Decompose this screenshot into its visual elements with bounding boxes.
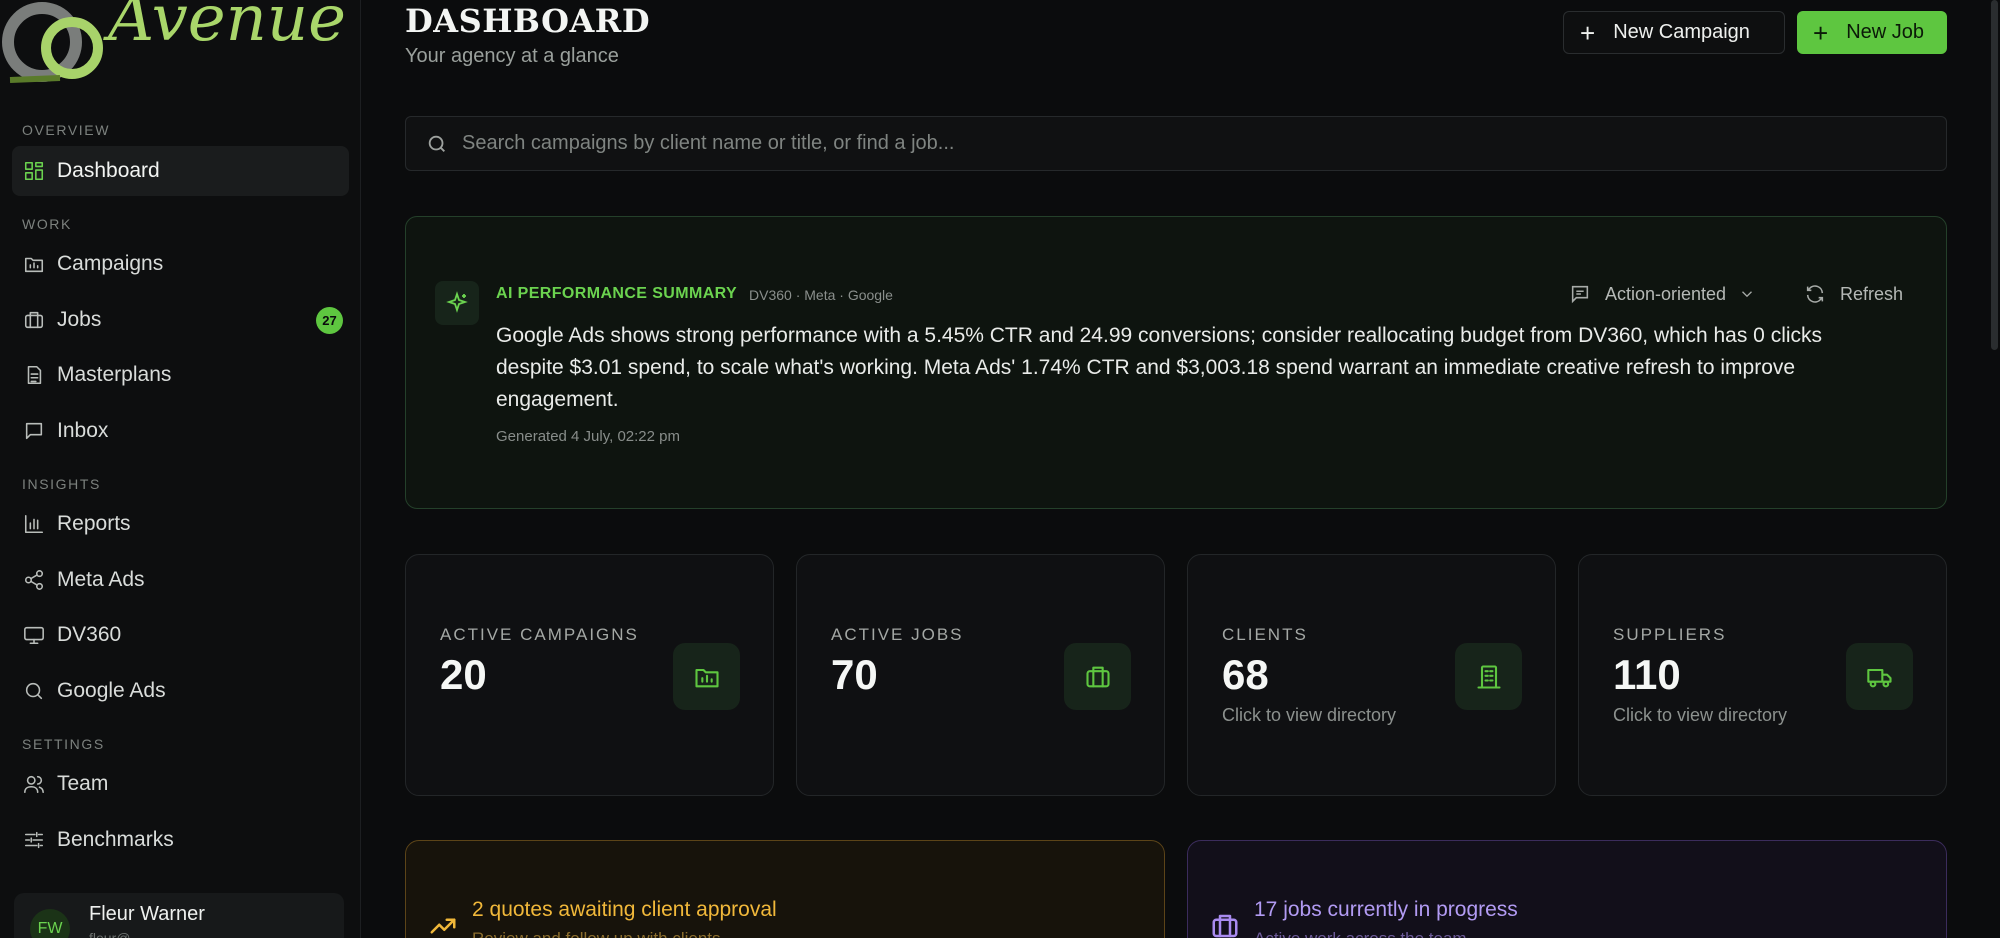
folder-chart-icon [673,643,740,710]
stat-value: 68 [1222,651,1269,698]
folder-chart-icon [23,253,45,275]
alert-subtitle: Active work across the team [1254,929,1467,938]
sidebar-item-masterplans[interactable]: Masterplans [12,350,349,400]
tone-dropdown[interactable]: Action-oriented [1569,281,1756,307]
stat-label: ACTIVE JOBS [831,625,964,644]
stat-value: 20 [440,651,487,698]
alert-title: 17 jobs currently in progress [1254,898,1518,921]
alert-subtitle: Review and follow up with clients [472,929,721,938]
sidebar-item-google-ads[interactable]: Google Ads [12,666,349,716]
stat-sub: Click to view directory [1613,705,1788,725]
avatar: FW [30,909,70,938]
sidebar-item-reports[interactable]: Reports [12,499,349,549]
sidebar-item-meta-ads[interactable]: Meta Ads [12,555,349,605]
stat-value: 110 [1613,651,1681,698]
trending-up-icon [428,911,458,938]
sidebar-item-label: Jobs [57,308,102,331]
new-campaign-button[interactable]: + New Campaign [1563,11,1785,54]
stat-value: 70 [831,651,878,698]
message-lines-icon [1571,285,1589,304]
stat-card-active-jobs[interactable]: ACTIVE JOBS 70 [796,554,1165,796]
briefcase-icon [23,309,45,331]
sidebar-item-dashboard[interactable]: Dashboard [12,146,349,196]
share-icon [23,569,45,591]
building-icon [1455,643,1522,710]
stat-sub: Click to view directory [1222,705,1397,725]
sidebar-item-campaigns[interactable]: Campaigns [12,239,349,289]
briefcase-icon [1064,643,1131,710]
ai-summary-text: Google Ads shows strong performance with… [496,324,1823,411]
sparkle-icon [435,281,479,325]
stat-card-clients[interactable]: CLIENTS 68 Click to view directory [1187,554,1556,796]
search-icon [23,680,45,702]
sliders-icon [23,829,45,851]
refresh-button[interactable]: Refresh [1804,281,1903,307]
sidebar-item-label: Team [57,772,109,795]
sidebar-item-team[interactable]: Team [12,759,349,809]
ai-summary-label: AI PERFORMANCE SUMMARY [496,285,738,302]
sidebar-item-label: Dashboard [57,159,160,182]
page-subtitle: Your agency at a glance [405,45,619,67]
stat-card-active-campaigns[interactable]: ACTIVE CAMPAIGNS 20 [405,554,774,796]
page-scrollbar[interactable] [1991,0,1998,350]
stat-label: ACTIVE CAMPAIGNS [440,625,639,644]
monitor-icon [23,624,45,646]
jobs-count-badge: 27 [316,307,343,334]
sidebar-item-inbox[interactable]: Inbox [12,406,349,456]
users-icon [23,773,45,795]
sidebar-item-label: Inbox [57,419,109,442]
sidebar-item-jobs[interactable]: Jobs 27 [12,295,349,345]
document-icon [23,364,45,386]
brand-logo[interactable]: Avenue [0,0,361,90]
message-icon [23,420,45,442]
search-input[interactable] [462,132,1862,155]
user-email: fleur@... [89,930,143,938]
briefcase-icon [1210,911,1240,938]
plus-icon: + [1580,17,1596,48]
new-job-button[interactable]: + New Job [1797,11,1947,54]
ai-summary-card: AI PERFORMANCE SUMMARY DV360 · Meta · Go… [405,216,1947,509]
tone-dropdown-value: Action-oriented [1605,283,1727,304]
search-bar [405,116,1947,171]
section-insights: INSIGHTS [22,476,101,492]
page-title: DASHBOARD [405,2,651,40]
new-campaign-label: New Campaign [1613,21,1750,43]
section-settings: SETTINGS [22,736,105,752]
refresh-icon [1806,285,1824,303]
quotes-alert-card[interactable]: 2 quotes awaiting client approval Review… [405,840,1165,938]
svg-text:Avenue: Avenue [103,0,346,56]
new-job-label: New Job [1846,21,1924,43]
section-overview: OVERVIEW [22,122,111,138]
sidebar-item-label: Campaigns [57,252,164,275]
ai-summary-sources: DV360 · Meta · Google [749,287,893,303]
search-icon [428,135,445,152]
jobs-alert-card[interactable]: 17 jobs currently in progress Active wor… [1187,840,1947,938]
alert-title: 2 quotes awaiting client approval [472,898,777,921]
sidebar-item-label: Benchmarks [57,828,174,851]
refresh-label: Refresh [1840,283,1904,304]
sidebar-item-label: Google Ads [57,679,166,702]
section-work: WORK [22,216,72,232]
plus-icon: + [1813,17,1829,48]
user-name: Fleur Warner [89,903,205,925]
grid-icon [23,160,45,182]
sidebar-item-label: Meta Ads [57,568,145,591]
sidebar-item-benchmarks[interactable]: Benchmarks [12,815,349,865]
user-card[interactable]: FW Fleur Warner fleur@... [14,893,344,938]
truck-icon [1846,643,1913,710]
ai-summary-timestamp: Generated 4 July, 02:22 pm [496,428,680,445]
sidebar-item-dv360[interactable]: DV360 [12,610,349,660]
sidebar: Avenue OVERVIEW Dashboard WORK Campaigns… [0,0,361,938]
stat-label: SUPPLIERS [1613,625,1727,644]
sidebar-item-label: Masterplans [57,363,172,386]
stat-label: CLIENTS [1222,625,1308,644]
stat-card-suppliers[interactable]: SUPPLIERS 110 Click to view directory [1578,554,1947,796]
sidebar-item-label: Reports [57,512,131,535]
chevron-down-icon [1742,291,1753,298]
bar-chart-icon [23,513,45,535]
sidebar-item-label: DV360 [57,623,122,646]
